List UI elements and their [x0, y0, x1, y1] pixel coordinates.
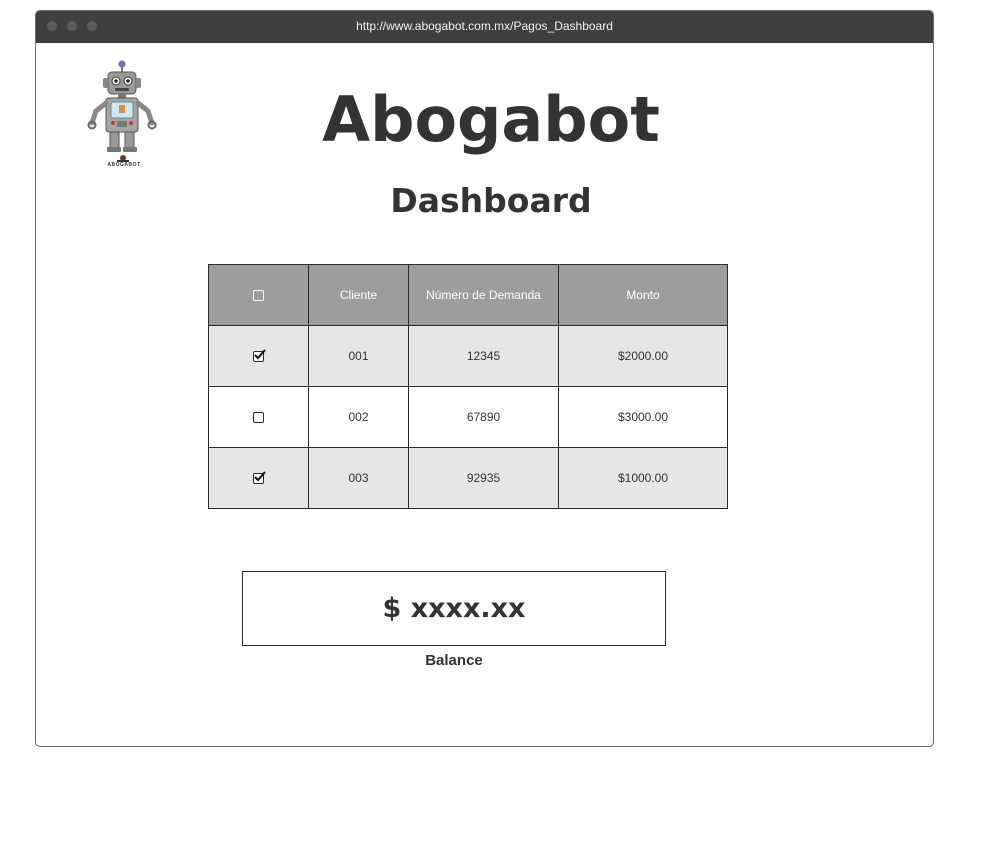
table-header-row: Cliente Número de Demanda Monto: [208, 264, 728, 326]
column-header-demanda[interactable]: Número de Demanda: [408, 264, 559, 326]
row-select-cell[interactable]: [208, 325, 309, 387]
cell-cliente: 001: [308, 325, 409, 387]
cell-demanda: 67890: [408, 386, 559, 448]
select-all-header[interactable]: [208, 264, 309, 326]
cell-cliente: 002: [308, 386, 409, 448]
logo-text: ABOGABOT: [107, 162, 141, 168]
balance-label: Balance: [425, 652, 483, 669]
column-header-cliente[interactable]: Cliente: [308, 264, 409, 326]
cell-demanda: 92935: [408, 447, 559, 509]
browser-titlebar: http://www.abogabot.com.mx/Pagos_Dashboa…: [36, 11, 933, 43]
column-header-monto[interactable]: Monto: [558, 264, 728, 326]
page-title: Dashboard: [390, 181, 592, 220]
select-all-checkbox[interactable]: [253, 290, 264, 302]
row-select-cell[interactable]: [208, 386, 309, 448]
cell-monto: $3000.00: [558, 386, 728, 448]
table-row: 001 12345 $2000.00: [208, 325, 728, 387]
cell-demanda: 12345: [408, 325, 559, 387]
cell-monto: $2000.00: [558, 325, 728, 387]
table-row: 003 92935 $1000.00: [208, 447, 728, 509]
browser-window: http://www.abogabot.com.mx/Pagos_Dashboa…: [35, 10, 934, 747]
cell-monto: $1000.00: [558, 447, 728, 509]
row-checkbox-checked[interactable]: [253, 349, 266, 363]
balance-value-box: $ xxxx.xx: [242, 571, 666, 646]
url-bar[interactable]: http://www.abogabot.com.mx/Pagos_Dashboa…: [36, 19, 933, 33]
row-checkbox-unchecked[interactable]: [253, 412, 264, 424]
row-select-cell[interactable]: [208, 447, 309, 509]
row-checkbox-checked[interactable]: [253, 471, 266, 485]
payments-table: Cliente Número de Demanda Monto 001 1234…: [208, 264, 728, 509]
app-title: Abogabot: [322, 83, 660, 156]
table-row: 002 67890 $3000.00: [208, 386, 728, 448]
cell-cliente: 003: [308, 447, 409, 509]
